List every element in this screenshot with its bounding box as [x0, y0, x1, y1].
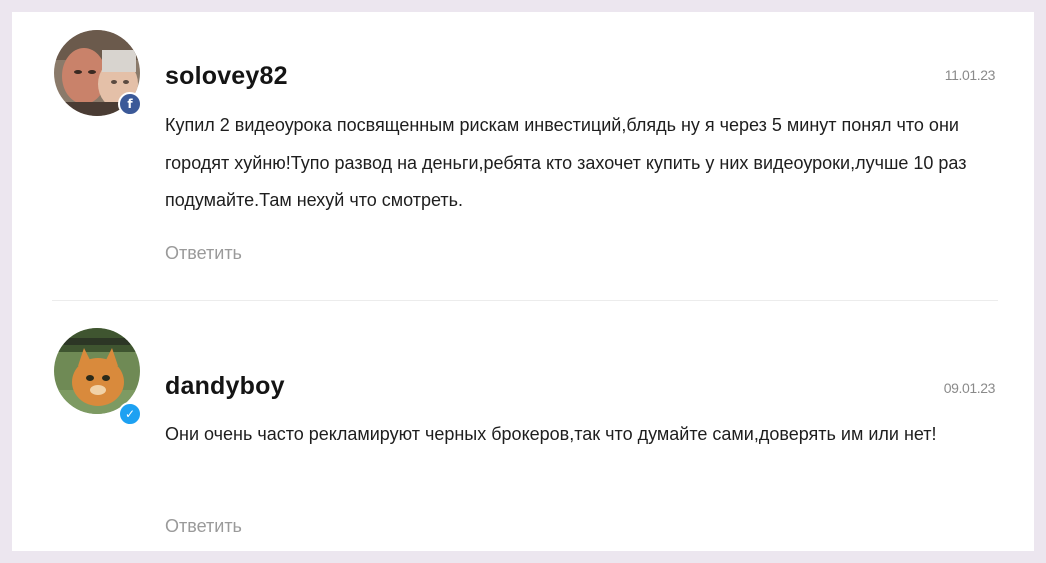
- comments-card: f solovey82 11.01.23 Купил 2 видеоурока …: [12, 12, 1034, 551]
- reply-button[interactable]: Ответить: [165, 516, 242, 537]
- comment-item: f solovey82 11.01.23 Купил 2 видеоурока …: [12, 12, 1034, 300]
- facebook-icon[interactable]: f: [118, 92, 142, 116]
- comment-author[interactable]: dandyboy: [165, 372, 285, 401]
- comment-item: ✓ dandyboy 09.01.23 Они очень часто рекл…: [12, 301, 1034, 551]
- comment-date: 09.01.23: [943, 380, 996, 396]
- avatar[interactable]: [54, 328, 140, 414]
- comment-author[interactable]: solovey82: [165, 62, 288, 91]
- comment-date: 11.01.23: [944, 67, 996, 83]
- twitter-icon[interactable]: ✓: [118, 402, 142, 426]
- comment-text: Они очень часто рекламируют черных броке…: [165, 424, 937, 444]
- reply-button[interactable]: Ответить: [165, 243, 242, 264]
- comment-text: Купил 2 видеоурока посвященным рискам ин…: [165, 115, 967, 210]
